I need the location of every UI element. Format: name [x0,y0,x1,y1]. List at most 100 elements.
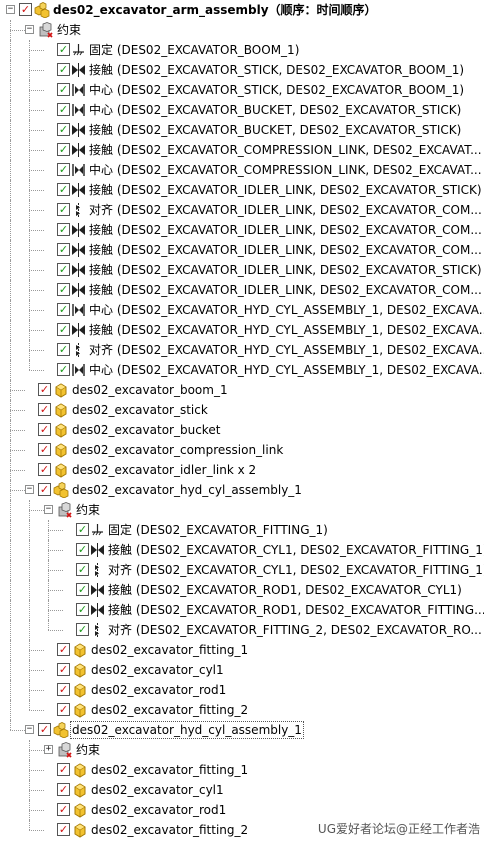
visibility-checkbox[interactable]: ✓ [76,603,89,616]
tree-node-assembly[interactable]: − ✓ des02_excavator_hyd_cyl_assembly_1 [0,720,484,740]
visibility-checkbox[interactable]: ✓ [19,3,32,16]
assembly-icon [53,482,69,499]
visibility-checkbox[interactable]: ✓ [57,283,70,296]
visibility-checkbox[interactable]: ✓ [57,243,70,256]
tree-node-part[interactable]: ✓ des02_excavator_cyl1 [0,780,484,800]
tree-node-part[interactable]: ✓ des02_excavator_idler_link x 2 [0,460,484,480]
visibility-checkbox[interactable]: ✓ [57,163,70,176]
visibility-checkbox[interactable]: ✓ [76,563,89,576]
visibility-checkbox[interactable]: ✓ [57,303,70,316]
tree-node-constraint[interactable]: ✓ 接触 (DES02_EXCAVATOR_ROD1, DES02_EXCAVAT… [0,580,484,600]
tree-node-part[interactable]: ✓ des02_excavator_fitting_2 [0,700,484,720]
visibility-checkbox[interactable]: ✓ [57,363,70,376]
tree-node-constraint[interactable]: ✓ 中心 (DES02_EXCAVATOR_HYD_CYL_ASSEMBLY_1,… [0,360,484,380]
expand-icon[interactable]: + [44,745,53,754]
tree-node-constraint[interactable]: ✓ 接触 (DES02_EXCAVATOR_IDLER_LINK, DES02_E… [0,280,484,300]
tree-node-constraint[interactable]: ✓ 对齐 (DES02_EXCAVATOR_HYD_CYL_ASSEMBLY_1,… [0,340,484,360]
tree-node-constraint[interactable]: ✓ 接触 (DES02_EXCAVATOR_IDLER_LINK, DES02_E… [0,240,484,260]
visibility-checkbox[interactable]: ✓ [76,623,89,636]
tree-guide-line [10,120,11,140]
tree-node-constraint[interactable]: ✓ 接触 (DES02_EXCAVATOR_IDLER_LINK, DES02_E… [0,180,484,200]
visibility-checkbox[interactable]: ✓ [57,683,70,696]
visibility-checkbox[interactable]: ✓ [76,583,89,596]
visibility-checkbox[interactable]: ✓ [57,143,70,156]
tree-node-constraint[interactable]: ✓ 接触 (DES02_EXCAVATOR_HYD_CYL_ASSEMBLY_1,… [0,320,484,340]
collapse-icon[interactable]: − [44,505,53,514]
visibility-checkbox[interactable]: ✓ [57,203,70,216]
tree-node-constraint[interactable]: ✓ 对齐 (DES02_EXCAVATOR_IDLER_LINK, DES02_E… [0,200,484,220]
tree-guide-line [29,580,30,600]
visibility-checkbox[interactable]: ✓ [38,723,51,736]
visibility-checkbox[interactable]: ✓ [38,483,51,496]
tree-node-constraint[interactable]: ✓ 对齐 (DES02_EXCAVATOR_CYL1, DES02_EXCAVAT… [0,560,484,580]
tree-node-assembly[interactable]: − ✓ des02_excavator_arm_assembly（顺序：时间顺序） [0,0,484,20]
visibility-checkbox[interactable]: ✓ [57,803,70,816]
collapse-icon[interactable]: − [25,485,34,494]
tree-node-constraint[interactable]: ✓ 接触 (DES02_EXCAVATOR_BUCKET, DES02_EXCAV… [0,120,484,140]
tree-node-constraint[interactable]: ✓ 接触 (DES02_EXCAVATOR_STICK, DES02_EXCAVA… [0,60,484,80]
tree-node-part[interactable]: ✓ des02_excavator_cyl1 [0,660,484,680]
tree-node-part[interactable]: ✓ des02_excavator_stick [0,400,484,420]
visibility-checkbox[interactable]: ✓ [57,763,70,776]
part-icon [72,702,88,718]
tree-node-part[interactable]: ✓ des02_excavator_rod1 [0,680,484,700]
tree-node-constraint[interactable]: ✓ 接触 (DES02_EXCAVATOR_COMPRESSION_LINK, D… [0,140,484,160]
collapse-icon[interactable]: − [25,25,34,34]
tree-node-constraint[interactable]: ✓ 中心 (DES02_EXCAVATOR_HYD_CYL_ASSEMBLY_1,… [0,300,484,320]
tree-node-constraint[interactable]: ✓ 中心 (DES02_EXCAVATOR_BUCKET, DES02_EXCAV… [0,100,484,120]
part-icon [53,442,69,458]
visibility-checkbox[interactable]: ✓ [57,783,70,796]
tree-node-part[interactable]: ✓ des02_excavator_boom_1 [0,380,484,400]
visibility-checkbox[interactable]: ✓ [57,703,70,716]
tree-node-part[interactable]: ✓ des02_excavator_compression_link [0,440,484,460]
tree-guide-line [10,160,11,180]
visibility-checkbox[interactable]: ✓ [38,403,51,416]
tree-node-label: 对齐 (DES02_EXCAVATOR_CYL1, DES02_EXCAVATO… [108,563,484,577]
tree-node-constraint[interactable]: ✓ 中心 (DES02_EXCAVATOR_STICK, DES02_EXCAVA… [0,80,484,100]
visibility-checkbox[interactable]: ✓ [57,263,70,276]
tree-node-label: 固定 (DES02_EXCAVATOR_FITTING_1) [108,523,328,537]
visibility-checkbox[interactable]: ✓ [57,183,70,196]
tree-node-part[interactable]: ✓ des02_excavator_fitting_1 [0,760,484,780]
tree-node-constraint[interactable]: ✓ 固定 (DES02_EXCAVATOR_BOOM_1) [0,40,484,60]
tree-node-part[interactable]: ✓ des02_excavator_bucket [0,420,484,440]
tree-node-part[interactable]: ✓ des02_excavator_rod1 [0,800,484,820]
tree-node-constraints[interactable]: − 约束 [0,500,484,520]
visibility-checkbox[interactable]: ✓ [57,823,70,836]
tree-node-constraints[interactable]: + 约束 [0,740,484,760]
visibility-checkbox[interactable]: ✓ [57,323,70,336]
visibility-checkbox[interactable]: ✓ [57,43,70,56]
tree-node-constraints[interactable]: − 约束 [0,20,484,40]
visibility-checkbox[interactable]: ✓ [57,223,70,236]
visibility-checkbox[interactable]: ✓ [57,103,70,116]
collapse-icon[interactable]: − [6,5,15,14]
tree-node-constraint[interactable]: ✓ 固定 (DES02_EXCAVATOR_FITTING_1) [0,520,484,540]
visibility-checkbox[interactable]: ✓ [38,463,51,476]
visibility-checkbox[interactable]: ✓ [38,423,51,436]
tree-node-constraint[interactable]: ✓ 中心 (DES02_EXCAVATOR_COMPRESSION_LINK, D… [0,160,484,180]
tree-node-constraint[interactable]: ✓ 对齐 (DES02_EXCAVATOR_FITTING_2, DES02_EX… [0,620,484,640]
tree-node-constraint[interactable]: ✓ 接触 (DES02_EXCAVATOR_IDLER_LINK, DES02_E… [0,260,484,280]
visibility-checkbox[interactable]: ✓ [57,123,70,136]
visibility-checkbox[interactable]: ✓ [76,523,89,536]
visibility-checkbox[interactable]: ✓ [76,543,89,556]
part-icon [72,822,88,838]
visibility-checkbox[interactable]: ✓ [57,63,70,76]
visibility-checkbox[interactable]: ✓ [57,83,70,96]
tree-guide-line [29,360,30,370]
tree-node-constraint[interactable]: ✓ 接触 (DES02_EXCAVATOR_ROD1, DES02_EXCAVAT… [0,600,484,620]
tree-guide-line [29,250,44,251]
tree-guide-line [10,30,25,31]
tree-node-part[interactable]: ✓ des02_excavator_fitting_1 [0,640,484,660]
tree-node-constraint[interactable]: ✓ 接触 (DES02_EXCAVATOR_CYL1, DES02_EXCAVAT… [0,540,484,560]
visibility-checkbox[interactable]: ✓ [38,383,51,396]
visibility-checkbox[interactable]: ✓ [57,343,70,356]
visibility-checkbox[interactable]: ✓ [57,663,70,676]
tree-node-assembly[interactable]: − ✓ des02_excavator_hyd_cyl_assembly_1 [0,480,484,500]
collapse-icon[interactable]: − [25,725,34,734]
visibility-checkbox[interactable]: ✓ [57,643,70,656]
tree-guide-line [29,600,30,620]
tree-node-constraint[interactable]: ✓ 接触 (DES02_EXCAVATOR_IDLER_LINK, DES02_E… [0,220,484,240]
visibility-checkbox[interactable]: ✓ [38,443,51,456]
tree-guide-line [29,110,44,111]
